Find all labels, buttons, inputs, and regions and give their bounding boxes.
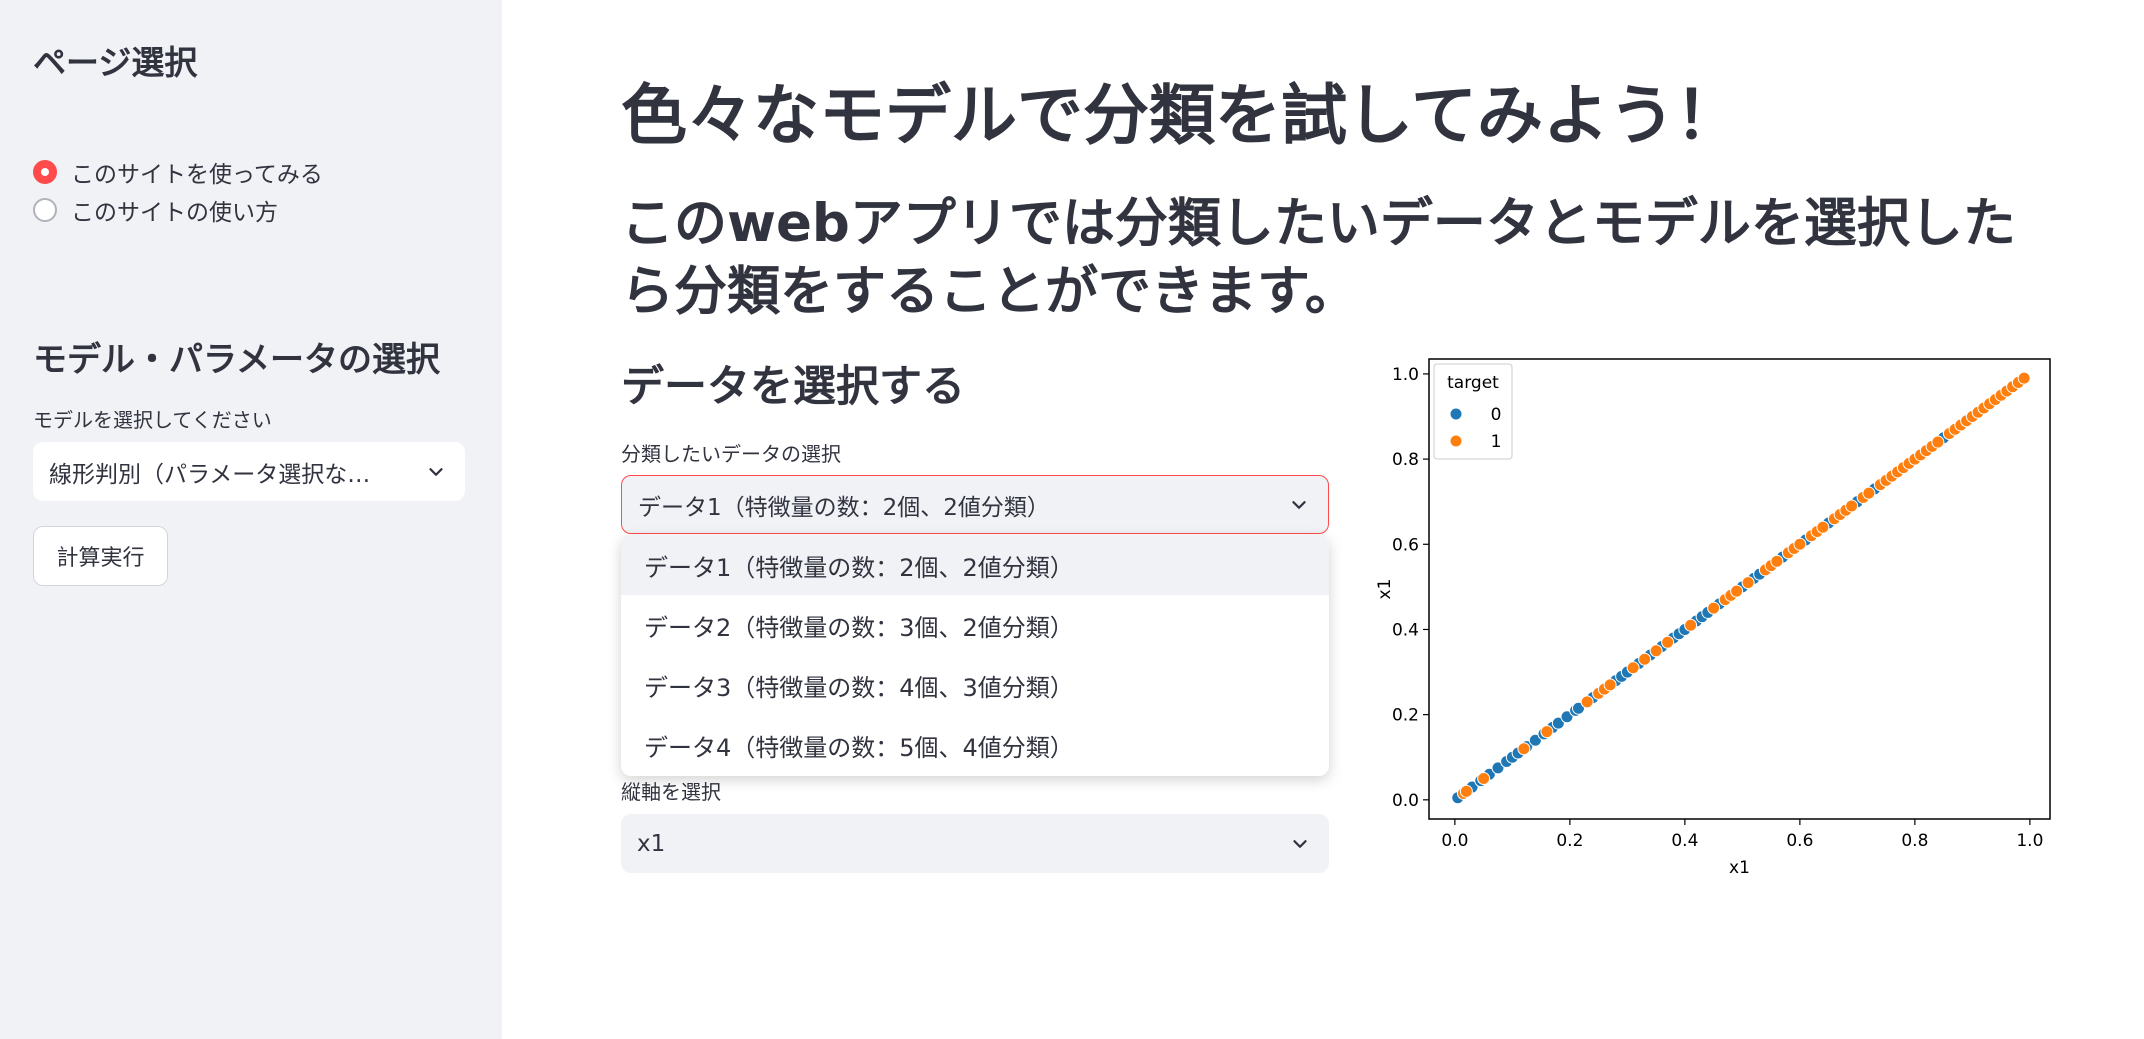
- legend-title: target: [1447, 373, 1499, 393]
- data-point-class-1: [1845, 499, 1859, 513]
- data-point-class-1: [1730, 584, 1744, 598]
- data-point-class-1: [2017, 371, 2031, 385]
- radio-label: このサイトを使ってみる: [71, 162, 323, 188]
- chevron-down-icon: [1292, 500, 1306, 509]
- y-tick-label: 0.6: [1392, 535, 1419, 555]
- x-tick-label: 1.0: [2016, 831, 2043, 851]
- model-select[interactable]: 線形判別（パラメータ選択な…: [33, 442, 465, 501]
- chevron-down-icon: [429, 467, 443, 476]
- data-point-class-1: [1517, 742, 1531, 756]
- run-button[interactable]: 計算実行: [33, 526, 168, 586]
- y-tick-label: 0.8: [1392, 450, 1419, 470]
- y-axis-select[interactable]: x1: [621, 814, 1329, 873]
- data-point-class-1: [1684, 618, 1698, 632]
- data-point-class-1: [1862, 486, 1876, 500]
- data-point-class-1: [1580, 695, 1594, 709]
- y-axis-label: x1: [1375, 579, 1395, 600]
- data-select-dropdown: データ1（特徴量の数：2個、2値分類） データ2（特徴量の数：3個、2値分類） …: [621, 535, 1329, 776]
- data-point-class-1: [1816, 520, 1830, 534]
- data-point-class-1: [1661, 635, 1675, 649]
- data-select[interactable]: データ1（特徴量の数：2個、2値分類）: [621, 475, 1329, 534]
- y-axis-select-value: x1: [637, 830, 666, 857]
- model-select-value: 線形判別（パラメータ選択な…: [49, 461, 371, 488]
- data-point-class-1: [1477, 772, 1491, 786]
- data-point-class-1: [1741, 576, 1755, 590]
- data-point-class-1: [1626, 661, 1640, 675]
- radio-button[interactable]: [33, 198, 57, 222]
- data-point-class-1: [1603, 678, 1617, 692]
- model-section-title: モデル・パラメータの選択: [33, 340, 440, 380]
- y-tick-label: 0.2: [1392, 706, 1419, 726]
- x-tick-label: 0.8: [1901, 831, 1928, 851]
- y-axis-select-label: 縦軸を選択: [621, 780, 721, 804]
- sidebar: ページ選択 このサイトを使ってみる このサイトの使い方 モデル・パラメータの選択…: [0, 0, 502, 1039]
- x-axis-label: x1: [1729, 858, 1750, 878]
- radio-label: このサイトの使い方: [71, 200, 278, 226]
- legend-marker-1: [1449, 434, 1463, 448]
- chevron-down-icon: [1293, 839, 1307, 848]
- legend-label-1: 1: [1491, 432, 1502, 452]
- page-title: 色々なモデルで分類を試してみよう！: [621, 77, 1742, 154]
- data-section-title: データを選択する: [621, 362, 965, 412]
- data-point-class-1: [1931, 435, 1945, 449]
- x-tick-label: 0.6: [1786, 831, 1813, 851]
- data-point-class-1: [1459, 784, 1473, 798]
- y-tick-label: 0.0: [1392, 791, 1419, 811]
- legend-marker-0: [1449, 407, 1463, 421]
- data-point-class-1: [1770, 554, 1784, 568]
- legend-label-0: 0: [1491, 405, 1502, 425]
- data-select-value: データ1（特徴量の数：2個、2値分類）: [638, 494, 1050, 521]
- dropdown-option-data4[interactable]: データ4（特徴量の数：5個、4値分類）: [621, 715, 1329, 775]
- data-point-class-1: [1638, 652, 1652, 666]
- page-subtitle: このwebアプリでは分類したいデータとモデルを選択したら分類をすることができます…: [621, 193, 2016, 322]
- data-point-class-1: [1707, 601, 1721, 615]
- dropdown-option-data2[interactable]: データ2（特徴量の数：3個、2値分類）: [621, 595, 1329, 655]
- model-select-label: モデルを選択してください: [33, 408, 272, 432]
- data-point-class-1: [1793, 537, 1807, 551]
- x-tick-label: 0.4: [1671, 831, 1698, 851]
- data-select-label: 分類したいデータの選択: [621, 442, 841, 466]
- sidebar-title: ページ選択: [33, 43, 198, 82]
- dropdown-option-data1[interactable]: データ1（特徴量の数：2個、2値分類）: [621, 535, 1329, 595]
- x-tick-label: 0.2: [1556, 831, 1583, 851]
- data-point-class-1: [1649, 644, 1663, 658]
- scatter-plot-svg: 0.0 0.2 0.4 0.6 0.8 1.0 0.0 0.2 0.4 0.6 0.8 1.0 x1 x1…: [1375, 358, 2051, 878]
- radio-button-checked[interactable]: [33, 160, 57, 184]
- data-point-class-1: [1540, 725, 1554, 739]
- radio-option-use-site[interactable]: このサイトを使ってみる: [33, 155, 323, 189]
- x-tick-label: 0.0: [1441, 831, 1468, 851]
- radio-option-how-to-use[interactable]: このサイトの使い方: [33, 193, 278, 227]
- scatter-chart: 0.0 0.2 0.4 0.6 0.8 1.0 0.0 0.2 0.4 0.6 0.8 1.0 x1 x1…: [1360, 345, 2060, 885]
- dropdown-option-data3[interactable]: データ3（特徴量の数：4個、3値分類）: [621, 655, 1329, 715]
- y-tick-label: 1.0: [1392, 365, 1419, 385]
- y-tick-label: 0.4: [1392, 620, 1419, 640]
